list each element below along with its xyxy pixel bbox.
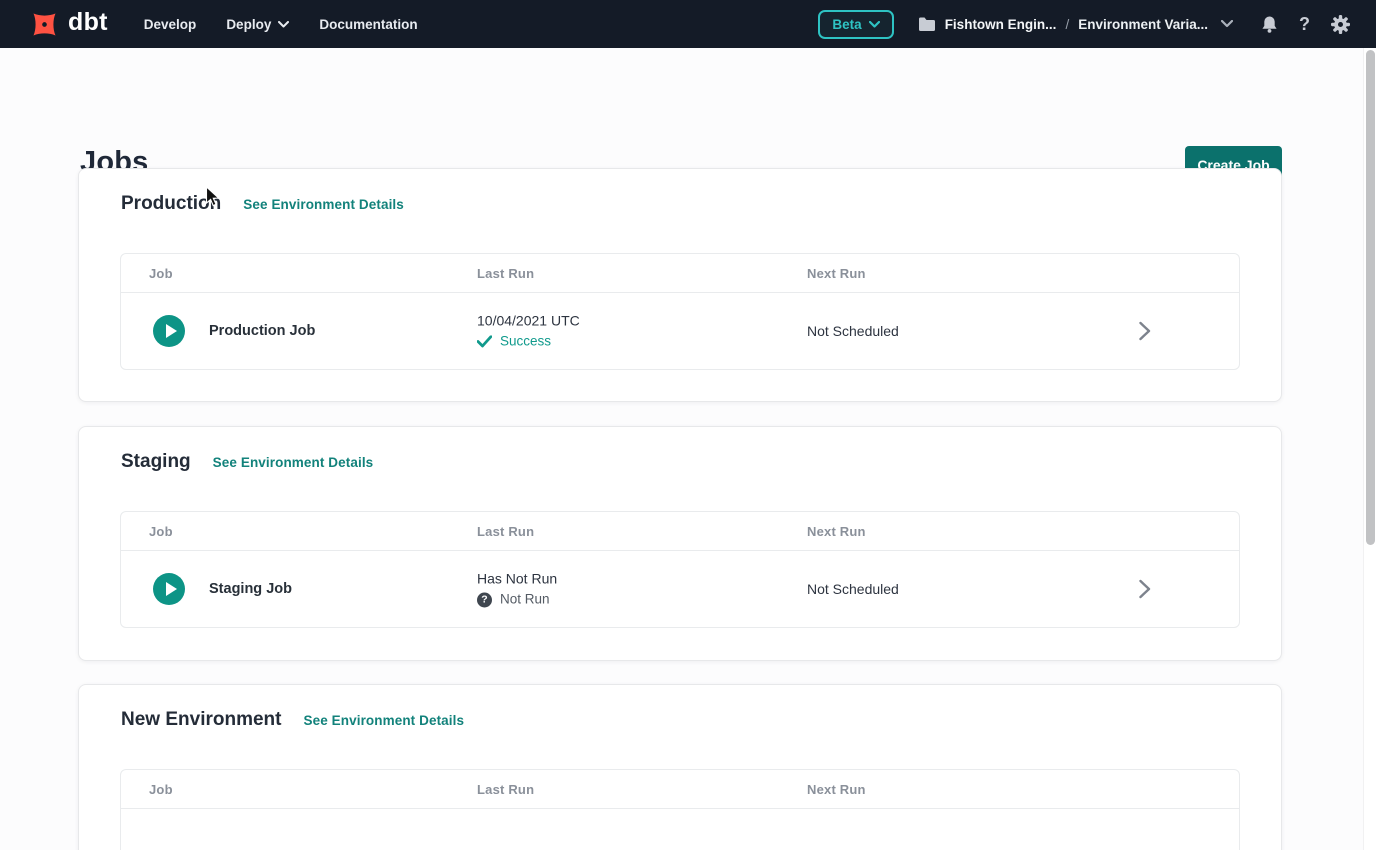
jobs-table: Job Last Run Next Run	[120, 769, 1240, 850]
last-run-cell: Has Not Run ? Not Run	[477, 569, 557, 610]
chevron-down-icon	[278, 21, 289, 28]
next-run-cell: Not Scheduled	[807, 293, 899, 369]
column-header-job: Job	[149, 770, 173, 809]
nav-item-label: Documentation	[319, 17, 417, 32]
jobs-table-header: Job Last Run Next Run	[121, 254, 1239, 293]
help-icon[interactable]: ?	[1299, 15, 1310, 33]
dbt-logo-icon	[28, 8, 61, 41]
environment-card-staging: Staging See Environment Details Job Last…	[78, 426, 1282, 661]
job-name: Production Job	[209, 293, 315, 369]
column-header-next-run: Next Run	[807, 254, 866, 293]
jobs-table: Job Last Run Next Run Production Job 10/…	[120, 253, 1240, 370]
run-job-button[interactable]	[153, 315, 185, 347]
environment-card-new-environment: New Environment See Environment Details …	[78, 684, 1282, 850]
scrollbar-track[interactable]	[1363, 48, 1376, 850]
notifications-bell-icon[interactable]	[1261, 15, 1278, 34]
see-environment-details-link[interactable]: See Environment Details	[213, 455, 374, 470]
job-row-production[interactable]: Production Job 10/04/2021 UTC Success No…	[121, 293, 1239, 369]
chevron-right-icon[interactable]	[1139, 579, 1151, 599]
column-header-last-run: Last Run	[477, 512, 534, 551]
folder-icon	[918, 17, 936, 31]
status-badge: Success	[500, 332, 551, 352]
environment-name: Staging	[121, 451, 191, 473]
chevron-down-icon	[869, 21, 880, 28]
question-circle-icon: ?	[477, 592, 492, 607]
play-icon	[166, 582, 177, 596]
see-environment-details-link[interactable]: See Environment Details	[243, 197, 404, 212]
success-check-icon	[477, 336, 492, 348]
environment-name: New Environment	[121, 709, 281, 731]
run-job-button[interactable]	[153, 573, 185, 605]
chevron-right-icon[interactable]	[1139, 321, 1151, 341]
status-badge: Not Run	[500, 590, 550, 610]
beta-label: Beta	[832, 17, 861, 32]
nav-item-documentation[interactable]: Documentation	[319, 17, 417, 32]
job-name: Staging Job	[209, 551, 292, 627]
next-run-cell: Not Scheduled	[807, 551, 899, 627]
main-content: Jobs Create Job Production See Environme…	[0, 48, 1376, 850]
last-run-date: 10/04/2021 UTC	[477, 311, 580, 331]
jobs-table: Job Last Run Next Run Staging Job Has No…	[120, 511, 1240, 628]
brand-name: dbt	[68, 10, 108, 38]
top-nav: dbt Develop Deploy Documentation Beta	[0, 0, 1376, 48]
last-run-cell: 10/04/2021 UTC Success	[477, 311, 580, 352]
empty-jobs-area	[121, 809, 1239, 850]
breadcrumb-separator: /	[1065, 17, 1069, 32]
breadcrumb-section: Environment Varia...	[1078, 17, 1208, 32]
column-header-last-run: Last Run	[477, 770, 534, 809]
environment-name: Production	[121, 193, 221, 215]
nav-item-deploy[interactable]: Deploy	[226, 17, 289, 32]
jobs-table-header: Job Last Run Next Run	[121, 770, 1239, 809]
column-header-job: Job	[149, 254, 173, 293]
jobs-table-header: Job Last Run Next Run	[121, 512, 1239, 551]
column-header-next-run: Next Run	[807, 512, 866, 551]
scrollbar-thumb[interactable]	[1366, 50, 1375, 545]
last-run-date: Has Not Run	[477, 569, 557, 589]
dbt-logo[interactable]: dbt	[28, 8, 108, 41]
see-environment-details-link[interactable]: See Environment Details	[303, 713, 464, 728]
nav-item-label: Deploy	[226, 17, 271, 32]
beta-dropdown[interactable]: Beta	[818, 10, 893, 39]
nav-item-develop[interactable]: Develop	[144, 17, 197, 32]
nav-item-label: Develop	[144, 17, 197, 32]
environment-card-production: Production See Environment Details Job L…	[78, 168, 1282, 402]
column-header-job: Job	[149, 512, 173, 551]
breadcrumb-project: Fishtown Engin...	[945, 17, 1057, 32]
column-header-next-run: Next Run	[807, 770, 866, 809]
gear-icon[interactable]	[1331, 15, 1350, 34]
job-row-staging[interactable]: Staging Job Has Not Run ? Not Run Not Sc…	[121, 551, 1239, 627]
chevron-down-icon[interactable]	[1221, 20, 1233, 28]
play-icon	[166, 324, 177, 338]
column-header-last-run: Last Run	[477, 254, 534, 293]
breadcrumb[interactable]: Fishtown Engin... / Environment Varia...	[918, 17, 1233, 32]
